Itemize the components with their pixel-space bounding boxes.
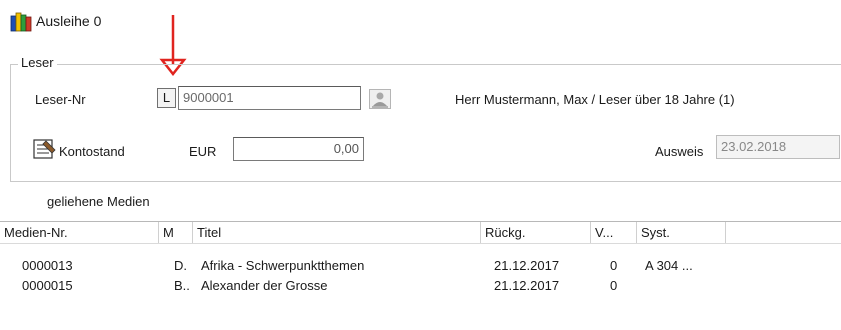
cell-title: Alexander der Grosse [201, 278, 328, 293]
column-header-extensions[interactable]: V... [591, 222, 637, 243]
column-header-title[interactable]: Titel [193, 222, 481, 243]
column-header-media-no[interactable]: Medien-Nr. [0, 222, 159, 243]
cell-extensions: 0 [610, 258, 618, 273]
cell-title: Afrika - Schwerpunktthemen [201, 258, 365, 273]
ledger-icon[interactable] [33, 138, 57, 163]
window-title-bar: Ausleihe 0 [10, 10, 101, 32]
cell-return-date: 21.12.2017 [494, 278, 560, 293]
books-icon [10, 10, 32, 32]
cell-media-no: 0000015 [22, 278, 73, 293]
reader-groupbox [10, 64, 841, 182]
cell-return-date: 21.12.2017 [494, 258, 560, 273]
cell-classification: A 304 ... [645, 258, 693, 273]
table-row[interactable]: 0000015 B.. Alexander der Grosse 21.12.2… [0, 276, 841, 296]
table-header: Medien-Nr. M Titel Rückg. V... Syst. [0, 222, 841, 244]
reader-lookup-button[interactable]: L [157, 88, 176, 108]
column-header-classification[interactable]: Syst. [637, 222, 726, 243]
loan-window: Ausleihe 0 Leser Leser-Nr L 9000001 Herr… [0, 0, 841, 329]
person-search-icon[interactable] [369, 89, 391, 112]
column-header-type[interactable]: M [159, 222, 193, 243]
reader-no-label: Leser-Nr [35, 92, 86, 107]
cell-type: D. [174, 258, 187, 273]
table-row[interactable]: 0000013 D. Afrika - Schwerpunktthemen 21… [0, 256, 841, 276]
reader-group-legend: Leser [18, 55, 57, 70]
reader-info: Herr Mustermann, Max / Leser über 18 Jah… [455, 92, 735, 107]
cell-extensions: 0 [610, 278, 618, 293]
reader-no-field[interactable]: 9000001 [178, 86, 361, 110]
account-balance-field[interactable]: 0,00 [233, 137, 364, 161]
column-header-empty[interactable] [726, 222, 841, 243]
id-card-field: 23.02.2018 [716, 135, 840, 159]
cell-media-no: 0000013 [22, 258, 73, 273]
currency-label: EUR [189, 144, 217, 159]
id-card-label: Ausweis [655, 144, 704, 159]
loaned-media-label: geliehene Medien [47, 194, 150, 209]
account-balance-button[interactable]: Kontostand [59, 144, 125, 159]
window-title: Ausleihe 0 [36, 13, 102, 29]
column-header-return-date[interactable]: Rückg. [481, 222, 591, 243]
loans-table: Medien-Nr. M Titel Rückg. V... Syst. 000… [0, 221, 841, 330]
cell-type: B.. [174, 278, 190, 293]
